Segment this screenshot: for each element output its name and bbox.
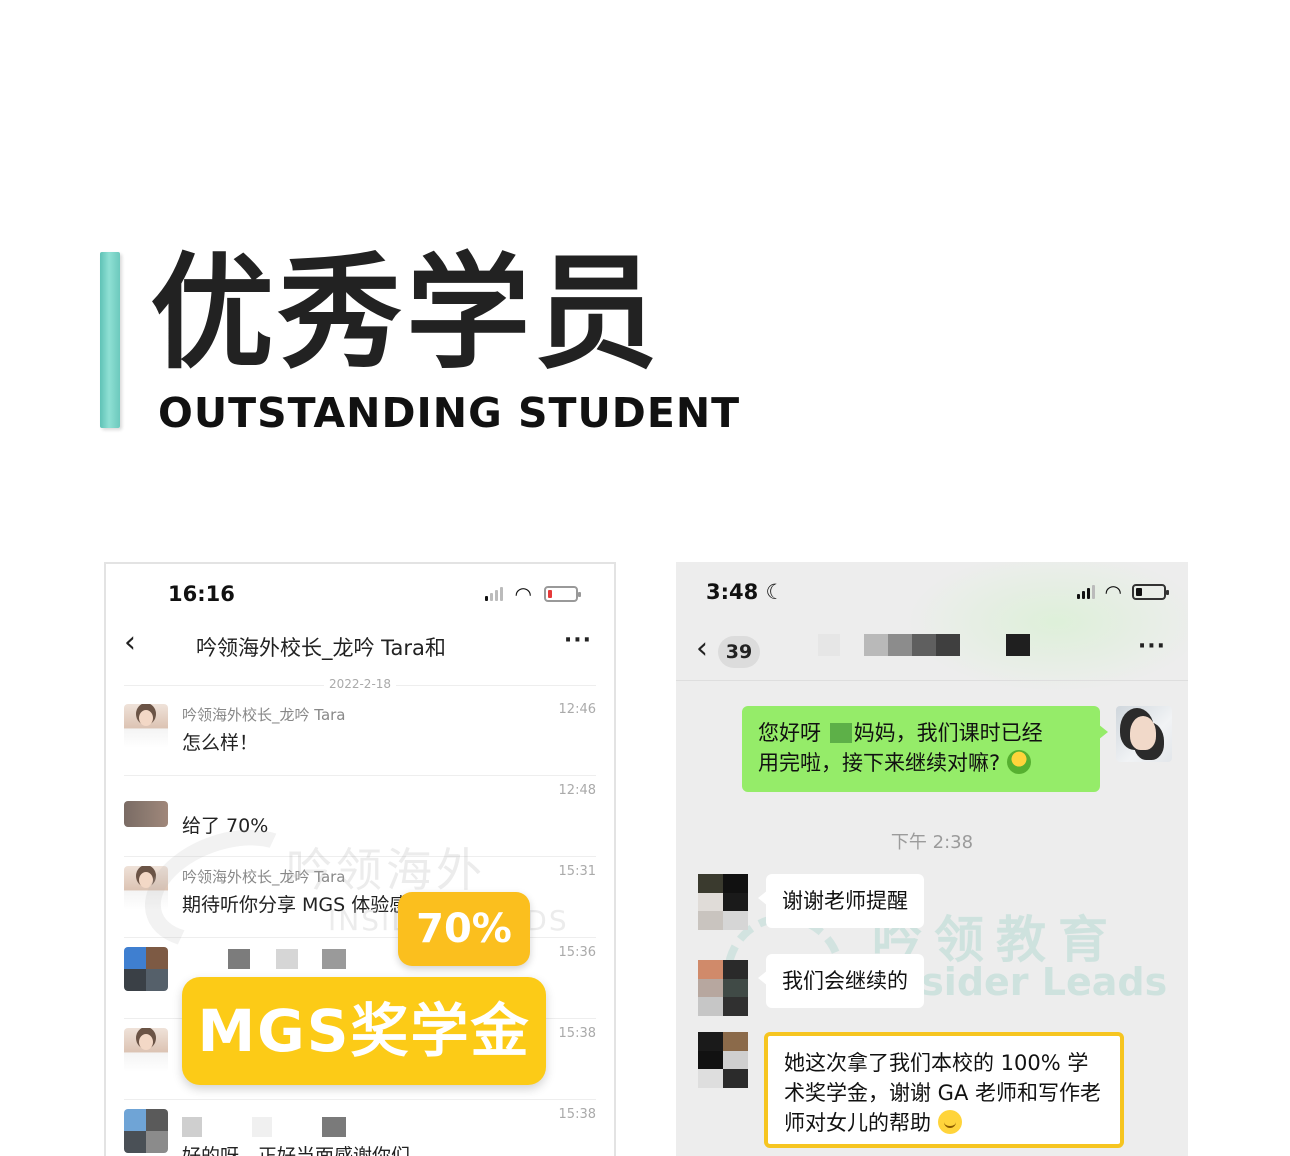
wifi-icon: ◠ (1104, 580, 1122, 604)
avatar (124, 801, 168, 827)
avatar (698, 1032, 748, 1088)
mosaic-blur (1006, 634, 1030, 656)
avatar (124, 704, 168, 748)
scholarship-badge: MGS奖学金 (182, 977, 546, 1085)
message-time: 15:38 (558, 1026, 596, 1041)
hug-emoji-icon (1006, 750, 1031, 774)
nav-divider (676, 680, 1188, 681)
signal-icon (484, 587, 503, 601)
mosaic-blur (818, 634, 840, 656)
message-text: 怎么样！ (182, 732, 259, 754)
moon-icon: ☾ (765, 580, 785, 604)
chevron-left-icon[interactable]: ‹ (124, 628, 136, 658)
avatar (124, 1109, 168, 1153)
mosaic-blur (322, 949, 346, 969)
mosaic-blur (182, 1117, 202, 1137)
message-text: 好的呀，正好当面感谢你们 (182, 1145, 411, 1156)
status-bar-icons: ◠ (1076, 580, 1169, 604)
date-separator: 2022-2-18 (106, 677, 614, 691)
status-bar-icons: ◠ (484, 582, 581, 606)
avatar (124, 1028, 168, 1072)
battery-icon (1132, 584, 1169, 600)
incoming-message[interactable]: 谢谢老师提醒 (758, 874, 924, 928)
mosaic-blur (276, 949, 298, 969)
mosaic-blur (864, 634, 960, 656)
message-time: 12:48 (558, 783, 596, 798)
more-dots-icon[interactable]: ··· (564, 628, 592, 653)
mosaic-blur (228, 949, 250, 969)
avatar (698, 874, 748, 930)
incoming-message[interactable]: 我们会继续的 (758, 954, 924, 1008)
left-chat-screenshot: 16:16 ◠ ‹ 吟领海外校长_龙吟 Tara和 ··· 2022-2-18 … (104, 562, 616, 1156)
mosaic-blur (829, 723, 852, 743)
mosaic-blur (252, 1117, 272, 1137)
unread-count-badge[interactable]: 39 (718, 636, 760, 668)
more-dots-icon[interactable]: ··· (1138, 634, 1166, 659)
accent-bar (100, 252, 120, 428)
message-time: 12:46 (558, 702, 596, 717)
wifi-icon: ◠ (514, 582, 532, 606)
status-time: 3:48 ☾ (706, 580, 785, 604)
battery-icon (544, 586, 581, 602)
right-chat-screenshot: 3:48 ☾ ◠ ‹ 39 ··· 您好呀 妈妈，我们课时已经 用完啦，接下来继… (676, 562, 1188, 1156)
highlighted-incoming-message[interactable]: 她这次拿了我们本校的 100% 学术奖学金，谢谢 GA 老师和写作老师对女儿的帮… (764, 1032, 1124, 1148)
avatar (698, 960, 748, 1016)
message-time: 15:38 (558, 1107, 596, 1122)
chat-nav-bar: ‹ 吟领海外校长_龙吟 Tara和 ··· (106, 626, 614, 666)
message-time: 15:36 (558, 945, 596, 960)
smile-emoji-icon (937, 1110, 962, 1134)
message-time: 15:31 (558, 864, 596, 879)
page-subtitle: OUTSTANDING STUDENT (158, 389, 741, 437)
signal-icon (1076, 585, 1095, 599)
outgoing-message[interactable]: 您好呀 妈妈，我们课时已经 用完啦，接下来继续对嘛? (742, 706, 1108, 792)
page-title: 优秀学员 (150, 242, 663, 386)
mosaic-blur (322, 1117, 346, 1137)
chat-nav-bar: ‹ 39 ··· (676, 632, 1188, 672)
status-time: 16:16 (168, 582, 235, 606)
chat-title: 吟领海外校长_龙吟 Tara和 (196, 636, 446, 660)
chevron-left-icon[interactable]: ‹ (696, 634, 708, 664)
chat-timestamp: 下午 2:38 (890, 832, 974, 853)
watermark: 吟领海外 (286, 843, 486, 897)
avatar (124, 947, 168, 991)
sender-name: 吟领海外校长_龙吟 Tara (182, 706, 346, 724)
avatar (1116, 706, 1172, 762)
percent-badge: 70% (398, 892, 530, 966)
list-item[interactable]: 吟领海外校长_龙吟 Tara 怎么样！ 12:46 (124, 696, 596, 776)
list-item[interactable]: 好的呀，正好当面感谢你们 15:38 (124, 1101, 596, 1156)
